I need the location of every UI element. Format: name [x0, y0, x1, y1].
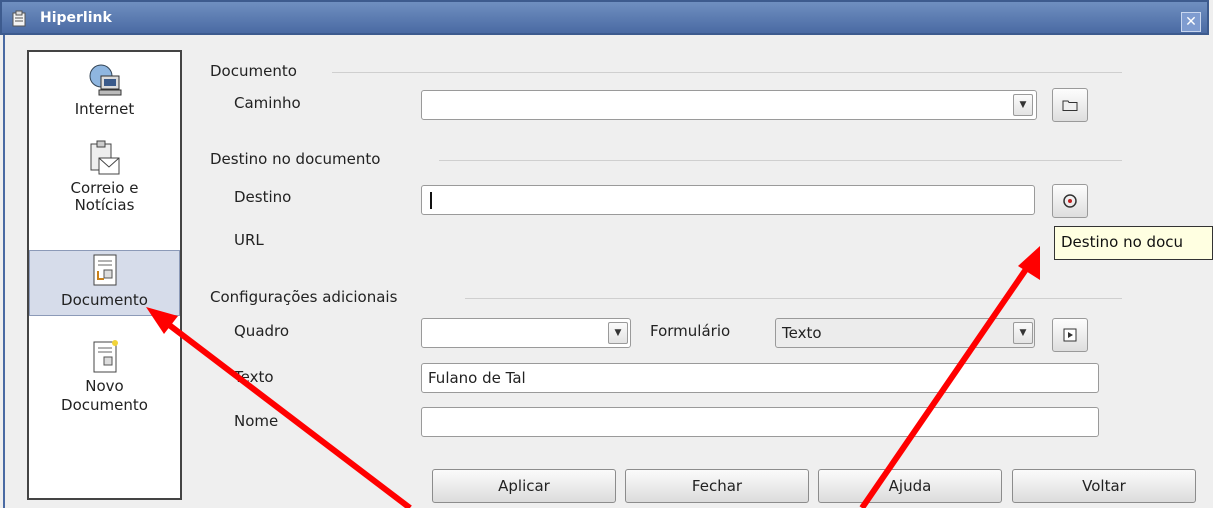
destino-input[interactable]	[421, 185, 1035, 215]
divider	[439, 160, 1122, 161]
hyperlink-dialog: Hiperlink ✕ Internet Correio e Notícias …	[0, 0, 1213, 508]
divider	[465, 298, 1122, 299]
section-documento: Documento	[210, 62, 297, 80]
caminho-combobox[interactable]	[421, 90, 1037, 120]
sidebar-item-novo-documento[interactable]: Novo Documento	[29, 337, 180, 437]
close-icon[interactable]: ✕	[1181, 12, 1201, 32]
destino-label: Destino	[234, 188, 292, 206]
new-document-icon	[85, 337, 125, 377]
back-button[interactable]: Voltar	[1012, 469, 1196, 503]
app-icon	[12, 10, 26, 27]
window-title: Hiperlink	[40, 10, 112, 26]
help-button[interactable]: Ajuda	[818, 469, 1002, 503]
texto-label: Texto	[234, 368, 274, 386]
formulario-select[interactable]: Texto	[775, 318, 1035, 348]
dialog-body: Internet Correio e Notícias Documento No…	[3, 35, 1211, 508]
target-in-document-button[interactable]	[1052, 184, 1088, 218]
formulario-label: Formulário	[650, 322, 731, 340]
chevron-down-icon[interactable]: ▼	[608, 322, 628, 344]
section-configuracoes: Configurações adicionais	[210, 288, 398, 306]
chevron-down-icon[interactable]: ▼	[1013, 94, 1033, 116]
document-icon	[85, 251, 125, 291]
globe-computer-icon	[85, 60, 125, 100]
sidebar-item-label: Internet	[74, 100, 135, 118]
folder-icon	[1062, 100, 1078, 111]
mail-icon	[85, 140, 125, 180]
tooltip: Destino no docu	[1054, 226, 1213, 260]
open-folder-button[interactable]	[1052, 88, 1088, 122]
category-sidebar: Internet Correio e Notícias Documento No…	[27, 50, 182, 500]
quadro-label: Quadro	[234, 322, 290, 340]
title-bar: Hiperlink ✕	[0, 0, 1209, 35]
quadro-combobox[interactable]	[421, 318, 631, 348]
sidebar-item-label: Correio e Notícias	[70, 179, 139, 214]
close-button[interactable]: Fechar	[625, 469, 809, 503]
events-icon	[1063, 328, 1077, 342]
caminho-label: Caminho	[234, 94, 301, 112]
events-button[interactable]	[1052, 318, 1088, 352]
section-destino: Destino no documento	[210, 150, 381, 168]
apply-button[interactable]: Aplicar	[432, 469, 616, 503]
sidebar-item-internet[interactable]: Internet	[29, 60, 180, 130]
nome-input[interactable]	[421, 407, 1099, 437]
sidebar-item-label: Documento	[61, 291, 148, 309]
sidebar-item-documento[interactable]: Documento	[29, 250, 180, 316]
text-cursor	[430, 192, 432, 209]
url-label: URL	[234, 231, 264, 249]
sidebar-item-label: Novo Documento	[61, 377, 148, 414]
chevron-down-icon[interactable]: ▼	[1013, 322, 1033, 344]
target-icon	[1063, 194, 1077, 208]
sidebar-item-mail[interactable]: Correio e Notícias	[29, 140, 180, 245]
nome-label: Nome	[234, 412, 279, 430]
divider	[332, 72, 1122, 73]
texto-input[interactable]: Fulano de Tal	[421, 363, 1099, 393]
